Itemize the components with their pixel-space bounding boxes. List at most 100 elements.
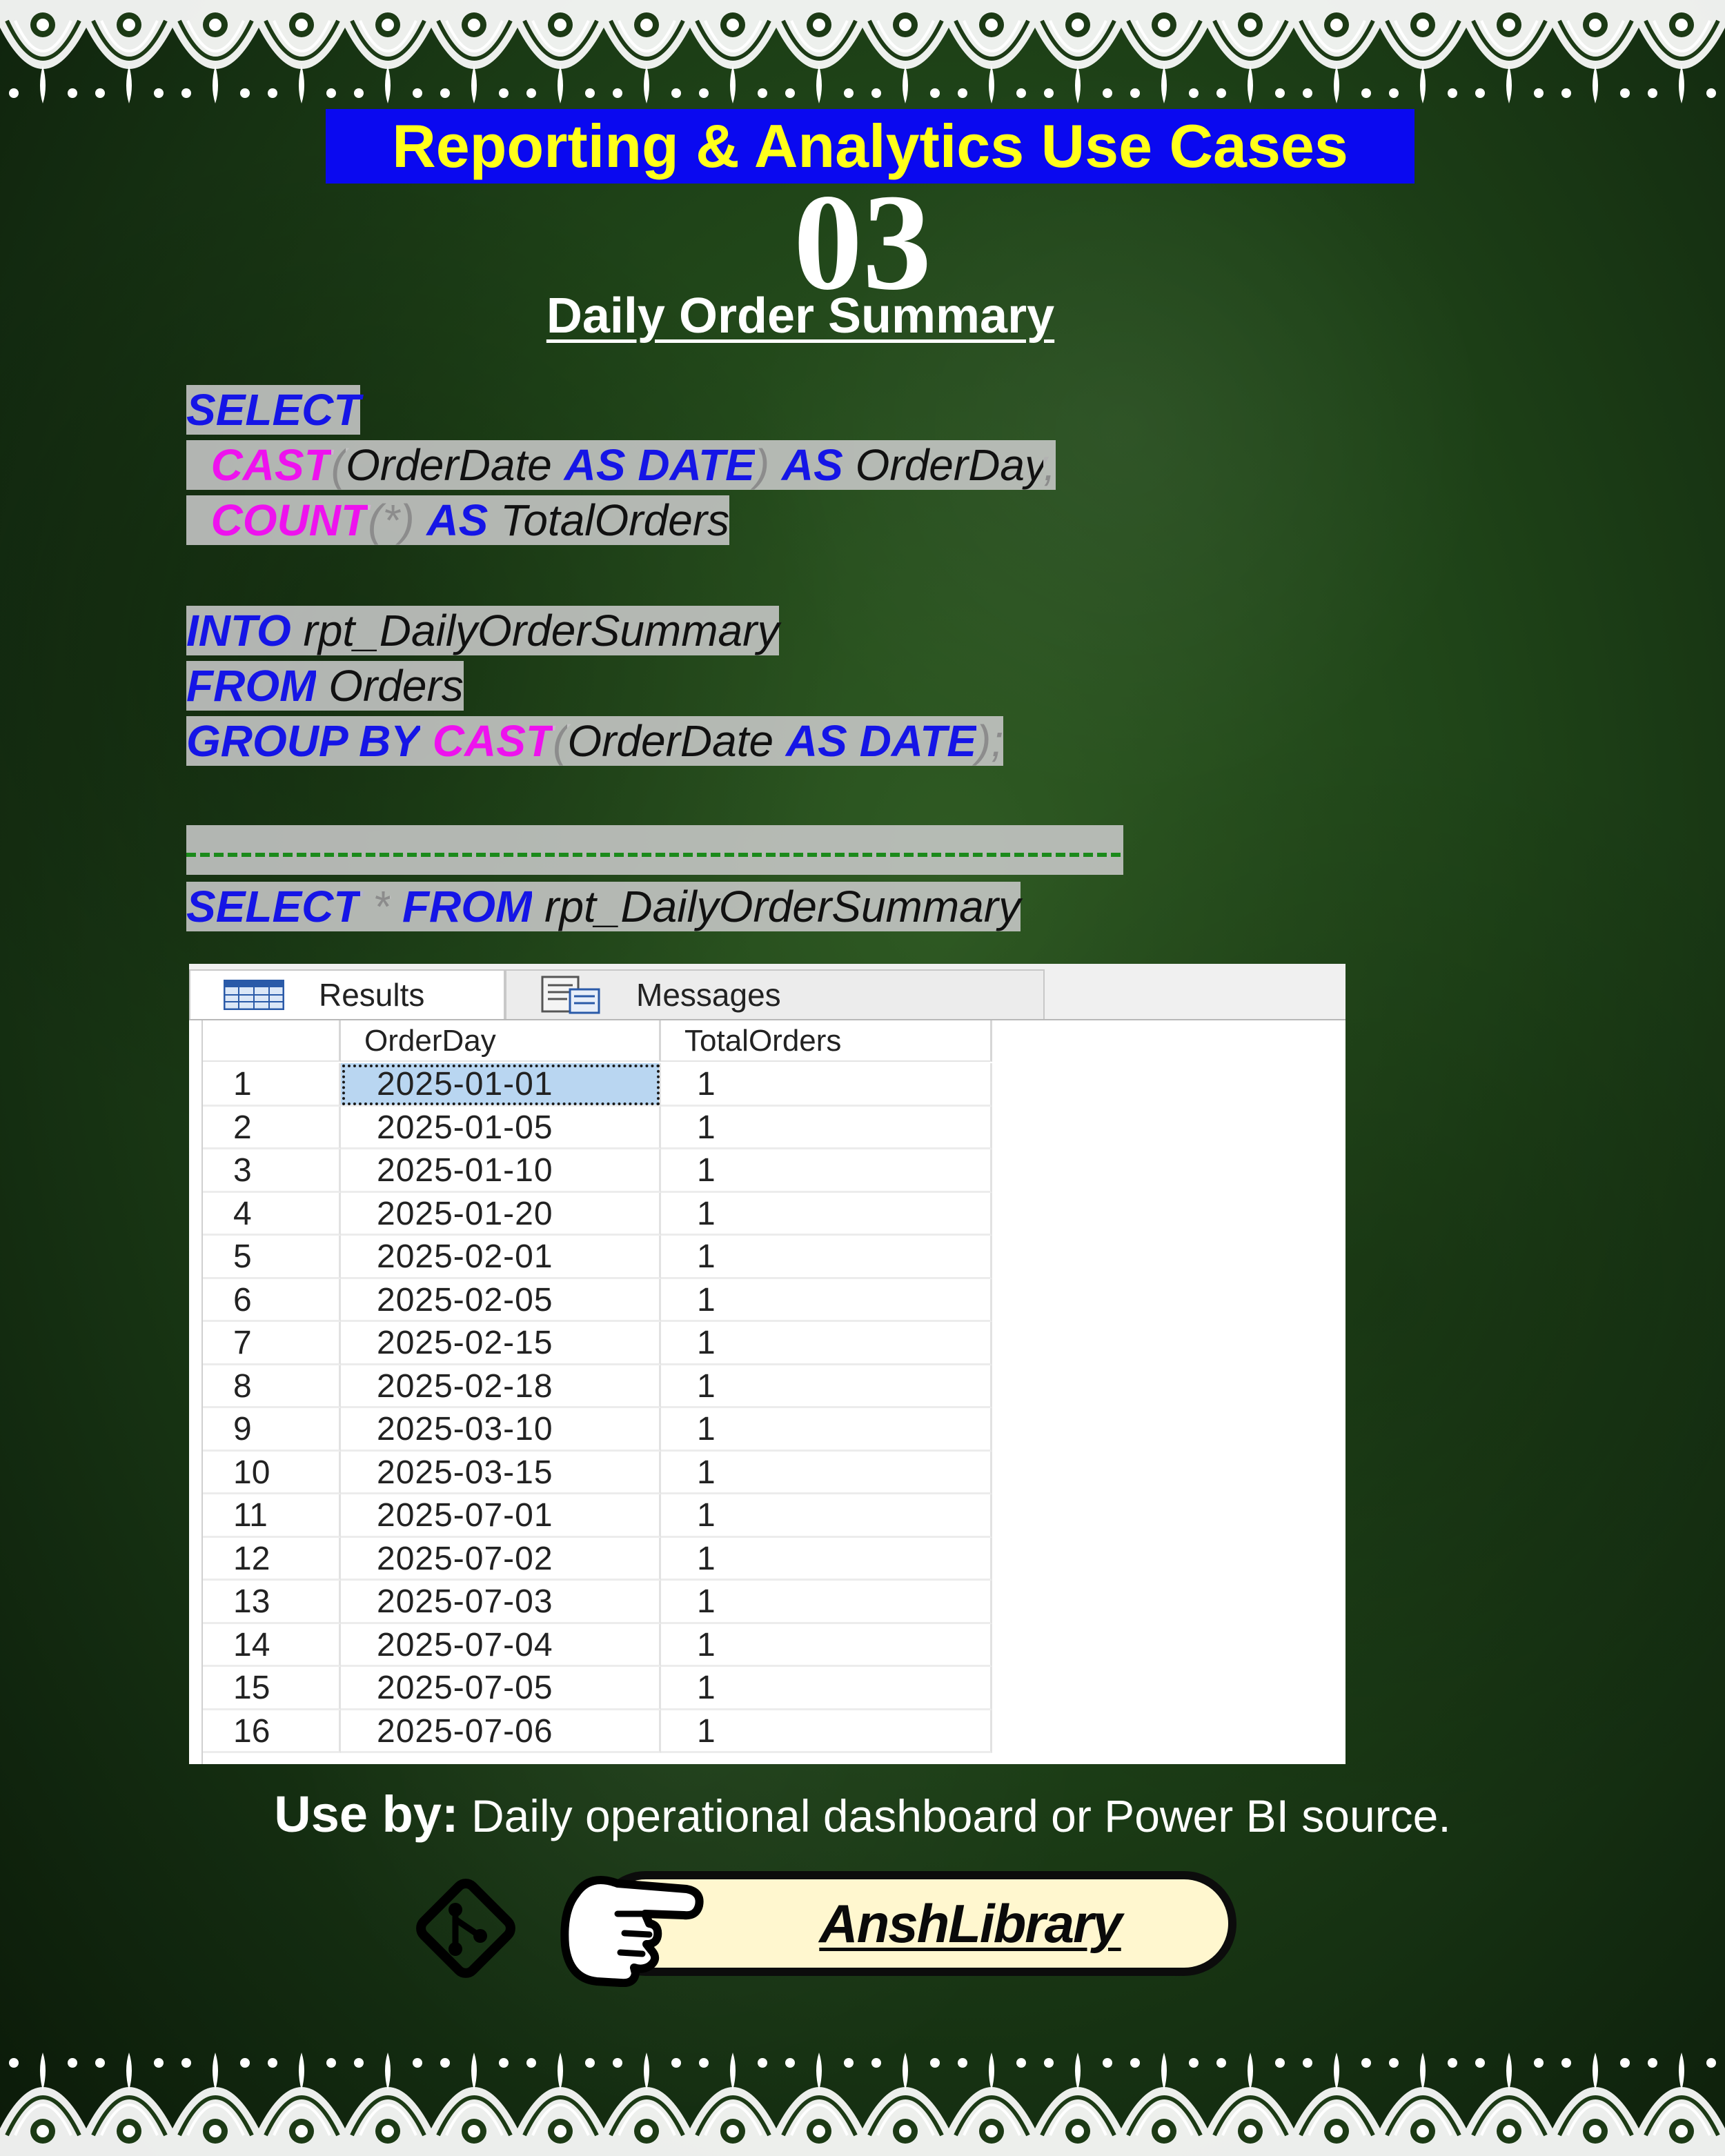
code-keyword: DATE xyxy=(859,716,977,766)
cell-totalorders[interactable]: 1 xyxy=(661,1106,992,1149)
row-number[interactable]: 5 xyxy=(203,1236,341,1279)
code-keyword: DATE xyxy=(638,440,755,490)
cell-totalorders[interactable]: 1 xyxy=(661,1623,992,1667)
cell-orderday[interactable]: 2025-07-04 xyxy=(341,1623,661,1667)
table-row[interactable]: 11 2025-07-01 1 xyxy=(203,1494,992,1538)
table-row[interactable]: 10 2025-03-15 1 xyxy=(203,1451,992,1494)
cell-totalorders[interactable]: 1 xyxy=(661,1581,992,1624)
cell-totalorders[interactable]: 1 xyxy=(661,1667,992,1710)
code-identifier: OrderDay xyxy=(855,440,1044,490)
row-number[interactable]: 11 xyxy=(203,1494,341,1538)
cell-totalorders[interactable]: 1 xyxy=(661,1192,992,1236)
tab-messages[interactable]: Messages xyxy=(505,969,1045,1019)
row-number[interactable]: 15 xyxy=(203,1667,341,1710)
code-keyword: FROM xyxy=(186,661,317,711)
table-row[interactable]: 1 2025-01-01 1 xyxy=(203,1063,992,1107)
row-number[interactable]: 10 xyxy=(203,1451,341,1494)
code-keyword: FROM xyxy=(402,882,533,931)
row-number[interactable]: 1 xyxy=(203,1063,341,1107)
table-row[interactable]: 7 2025-02-15 1 xyxy=(203,1322,992,1365)
cell-orderday[interactable]: 2025-02-01 xyxy=(341,1236,661,1279)
results-tabbar: Results Messages xyxy=(189,964,1346,1020)
table-row[interactable]: 14 2025-07-04 1 xyxy=(203,1623,992,1667)
tab-results[interactable]: Results xyxy=(189,969,505,1019)
table-row[interactable]: 8 2025-02-18 1 xyxy=(203,1365,992,1408)
table-row[interactable]: 15 2025-07-05 1 xyxy=(203,1667,992,1710)
cell-totalorders[interactable]: 1 xyxy=(661,1710,992,1753)
table-row[interactable]: 4 2025-01-20 1 xyxy=(203,1192,992,1236)
cell-orderday[interactable]: 2025-02-15 xyxy=(341,1322,661,1365)
table-row[interactable]: 3 2025-01-10 1 xyxy=(203,1149,992,1193)
cell-totalorders[interactable]: 1 xyxy=(661,1494,992,1538)
code-line-4: INTO rpt_DailyOrderSummary xyxy=(186,604,780,657)
code-punct: (*) xyxy=(368,495,415,545)
row-number[interactable]: 14 xyxy=(203,1623,341,1667)
row-number[interactable]: 7 xyxy=(203,1322,341,1365)
brand-name[interactable]: AnshLibrary xyxy=(593,1871,1236,1976)
row-number[interactable]: 6 xyxy=(203,1278,341,1322)
comment-dash-line xyxy=(186,825,1123,875)
grid-icon xyxy=(224,980,284,1010)
cell-totalorders[interactable]: 1 xyxy=(661,1322,992,1365)
code-line-5: FROM Orders xyxy=(186,660,464,712)
code-identifier: rpt_DailyOrderSummary xyxy=(544,882,1021,931)
header-totalorders[interactable]: TotalOrders xyxy=(661,1020,992,1062)
cell-totalorders[interactable]: 1 xyxy=(661,1451,992,1494)
code-identifier: OrderDate xyxy=(346,440,552,490)
cell-totalorders[interactable]: 1 xyxy=(661,1408,992,1452)
row-number[interactable]: 8 xyxy=(203,1365,341,1408)
code-line-1: SELECT xyxy=(186,384,361,436)
code-punct: ( xyxy=(553,716,568,766)
cell-orderday[interactable]: 2025-03-15 xyxy=(341,1451,661,1494)
code-keyword: AS xyxy=(781,440,843,490)
table-row[interactable]: 16 2025-07-06 1 xyxy=(203,1710,992,1753)
code-identifier: OrderDate xyxy=(567,716,774,766)
row-number[interactable]: 9 xyxy=(203,1408,341,1452)
cell-orderday[interactable]: 2025-02-05 xyxy=(341,1278,661,1322)
cell-totalorders[interactable]: 1 xyxy=(661,1236,992,1279)
code-punct: * xyxy=(373,882,391,931)
cell-totalorders[interactable]: 1 xyxy=(661,1149,992,1193)
cell-orderday[interactable]: 2025-03-10 xyxy=(341,1408,661,1452)
code-keyword: AS xyxy=(564,440,626,490)
row-number[interactable]: 4 xyxy=(203,1192,341,1236)
code-line-7: SELECT * FROM rpt_DailyOrderSummary xyxy=(186,880,1021,933)
cell-orderday[interactable]: 2025-07-02 xyxy=(341,1537,661,1581)
header-orderday[interactable]: OrderDay xyxy=(341,1020,661,1062)
cell-orderday[interactable]: 2025-07-03 xyxy=(341,1581,661,1624)
cell-totalorders[interactable]: 1 xyxy=(661,1278,992,1322)
tab-results-label: Results xyxy=(319,977,425,1013)
table-row[interactable]: 13 2025-07-03 1 xyxy=(203,1581,992,1624)
table-row[interactable]: 12 2025-07-02 1 xyxy=(203,1537,992,1581)
cell-totalorders[interactable]: 1 xyxy=(661,1537,992,1581)
cell-orderday[interactable]: 2025-01-20 xyxy=(341,1192,661,1236)
header-rownum xyxy=(203,1020,341,1062)
cell-totalorders[interactable]: 1 xyxy=(661,1063,992,1107)
code-indent xyxy=(186,440,211,490)
cell-orderday[interactable]: 2025-01-01 xyxy=(341,1063,661,1107)
row-number[interactable]: 12 xyxy=(203,1537,341,1581)
cell-orderday[interactable]: 2025-07-05 xyxy=(341,1667,661,1710)
bottom-ornament-border xyxy=(0,2042,1725,2156)
table-row[interactable]: 9 2025-03-10 1 xyxy=(203,1408,992,1452)
table-row[interactable]: 5 2025-02-01 1 xyxy=(203,1236,992,1279)
row-number[interactable]: 3 xyxy=(203,1149,341,1193)
code-punct: ( xyxy=(331,440,346,490)
cell-orderday[interactable]: 2025-02-18 xyxy=(341,1365,661,1408)
code-line-6: GROUP BY CAST(OrderDate AS DATE); xyxy=(186,715,1004,767)
git-icon xyxy=(416,1879,515,1978)
grid-header: OrderDay TotalOrders xyxy=(203,1020,1190,1063)
cell-totalorders[interactable]: 1 xyxy=(661,1365,992,1408)
row-number[interactable]: 16 xyxy=(203,1710,341,1753)
table-row[interactable]: 6 2025-02-05 1 xyxy=(203,1278,992,1322)
use-by-label: Use by: xyxy=(274,1786,459,1843)
row-number[interactable]: 13 xyxy=(203,1581,341,1624)
row-number[interactable]: 2 xyxy=(203,1106,341,1149)
cell-orderday[interactable]: 2025-07-01 xyxy=(341,1494,661,1538)
code-identifier: rpt_DailyOrderSummary xyxy=(303,606,780,655)
code-keyword: AS xyxy=(426,495,489,545)
cell-orderday[interactable]: 2025-07-06 xyxy=(341,1710,661,1753)
table-row[interactable]: 2 2025-01-05 1 xyxy=(203,1106,992,1149)
cell-orderday[interactable]: 2025-01-10 xyxy=(341,1149,661,1193)
cell-orderday[interactable]: 2025-01-05 xyxy=(341,1106,661,1149)
